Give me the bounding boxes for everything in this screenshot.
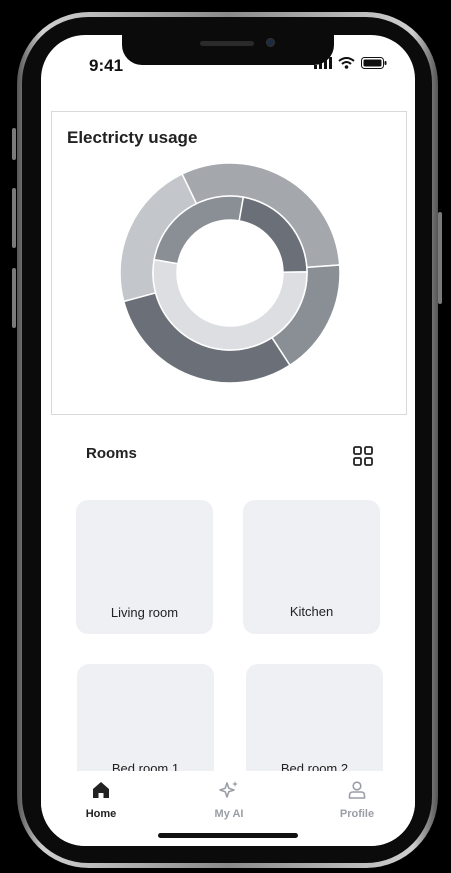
person-icon — [348, 781, 366, 799]
grid-view-icon[interactable] — [352, 445, 374, 467]
room-label: Kitchen — [289, 604, 334, 619]
nav-my-ai-label: My AI — [214, 808, 244, 820]
electricity-usage-card: Electricty usage — [51, 111, 407, 415]
sparkle-icon — [219, 781, 238, 798]
battery-icon — [361, 57, 387, 69]
status-time: 9:41 — [89, 56, 124, 75]
status-icons — [314, 57, 387, 69]
signal-icon — [314, 57, 332, 69]
nav-home[interactable]: Home — [61, 779, 141, 820]
mute-switch — [12, 128, 16, 160]
volume-up-button — [12, 188, 16, 248]
speaker — [200, 41, 254, 46]
electricity-donut-chart — [119, 162, 341, 384]
room-card-living-room[interactable]: Living room — [76, 500, 213, 634]
notch — [122, 35, 334, 65]
front-camera — [266, 38, 275, 47]
nav-profile-label: Profile — [339, 808, 375, 820]
rooms-heading: Rooms — [86, 445, 137, 462]
power-button — [438, 212, 442, 304]
volume-down-button — [12, 268, 16, 328]
nav-my-ai[interactable]: My AI — [189, 779, 269, 820]
nav-home-label: Home — [85, 808, 117, 820]
home-icon — [93, 782, 109, 798]
nav-profile[interactable]: Profile — [317, 779, 397, 820]
wifi-icon — [338, 57, 355, 69]
room-label: Living room — [110, 605, 179, 620]
phone-screen: 9:41 Electricty usage Rooms Living room — [41, 35, 415, 846]
room-card-kitchen[interactable]: Kitchen — [243, 500, 380, 634]
home-indicator — [158, 833, 298, 838]
